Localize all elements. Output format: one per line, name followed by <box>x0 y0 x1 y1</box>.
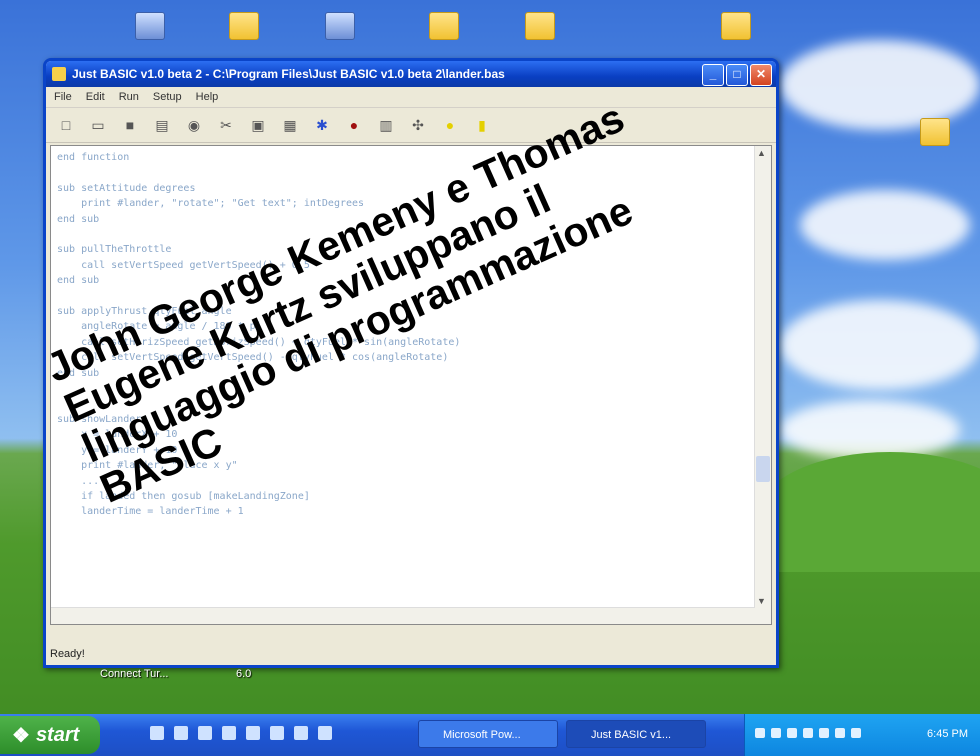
app-icon <box>325 12 355 40</box>
quick-launch-icon[interactable] <box>150 726 164 740</box>
cloud <box>800 190 970 260</box>
paste-icon[interactable]: ▦ <box>282 117 298 133</box>
quick-launch-icon[interactable] <box>174 726 188 740</box>
debug-icon[interactable]: ● <box>346 117 362 133</box>
desktop-icon-folder[interactable] <box>706 12 766 42</box>
find-icon[interactable]: ◉ <box>186 117 202 133</box>
app-icon <box>135 12 165 40</box>
book-icon <box>429 12 459 40</box>
open-folder-icon[interactable]: ▭ <box>90 117 106 133</box>
document-icon[interactable]: ▥ <box>378 117 394 133</box>
minimize-button[interactable]: _ <box>702 64 724 86</box>
folder-icon <box>525 12 555 40</box>
desktop-icon-app[interactable] <box>310 12 370 42</box>
folder-icon <box>721 12 751 40</box>
windows-logo-icon: ❖ <box>12 724 30 747</box>
quick-launch-icon[interactable] <box>246 726 260 740</box>
desktop: { "window": { "title": "Just BASIC v1.0 … <box>0 0 980 756</box>
vertical-scrollbar[interactable]: ▲ ▼ <box>754 146 771 624</box>
lightbulb-icon[interactable]: ● <box>442 117 458 133</box>
run-icon[interactable]: ✱ <box>314 117 330 133</box>
status-bar: Ready! <box>50 648 85 660</box>
save-icon[interactable]: ■ <box>122 117 138 133</box>
tray-icon[interactable] <box>851 728 861 738</box>
scroll-up-icon[interactable]: ▲ <box>757 148 766 158</box>
menu-run[interactable]: Run <box>119 91 139 103</box>
cloud <box>780 40 980 130</box>
folder-icon <box>920 118 950 146</box>
taskbar-item-powerpoint[interactable]: Microsoft Pow... <box>418 720 558 748</box>
tray-icon[interactable] <box>771 728 781 738</box>
desktop-icon-app[interactable] <box>120 12 180 42</box>
cut-icon[interactable]: ✂ <box>218 117 234 133</box>
start-label: start <box>35 723 80 746</box>
maximize-button[interactable]: □ <box>726 64 748 86</box>
menu-setup[interactable]: Setup <box>153 91 182 103</box>
tray-icon[interactable] <box>819 728 829 738</box>
quick-launch-icon[interactable] <box>318 726 332 740</box>
desktop-label: Connect Tur... <box>100 668 169 680</box>
window-title: Just BASIC v1.0 beta 2 - C:\Program File… <box>72 67 505 81</box>
menu-edit[interactable]: Edit <box>86 91 105 103</box>
quick-launch <box>150 726 332 740</box>
tray-icon[interactable] <box>835 728 845 738</box>
desktop-label: 6.0 <box>236 668 252 680</box>
clock[interactable]: 6:45 PM <box>927 728 968 740</box>
quick-launch-icon[interactable] <box>294 726 308 740</box>
tray-icon[interactable] <box>755 728 765 738</box>
just-basic-icon <box>52 67 66 81</box>
desktop-icon-folder[interactable] <box>510 12 570 42</box>
taskbar-item-just-basic[interactable]: Just BASIC v1... <box>566 720 706 748</box>
scroll-down-icon[interactable]: ▼ <box>757 596 766 606</box>
help-icon[interactable]: ▮ <box>474 117 490 133</box>
close-button[interactable]: ✕ <box>750 64 772 86</box>
tray-icon[interactable] <box>803 728 813 738</box>
scroll-thumb[interactable] <box>756 456 770 482</box>
window-controls: _ □ ✕ <box>702 64 772 86</box>
quick-launch-icon[interactable] <box>222 726 236 740</box>
taskbar: ❖ start Microsoft Pow... Just BASIC v1..… <box>0 714 980 756</box>
cloud <box>780 400 960 460</box>
system-tray: 6:45 PM <box>744 714 980 756</box>
copy-icon[interactable]: ▣ <box>250 117 266 133</box>
tray-icons <box>755 728 861 738</box>
cloud <box>780 300 980 390</box>
hill <box>760 452 980 572</box>
horizontal-scrollbar[interactable] <box>51 607 755 624</box>
print-icon[interactable]: ▤ <box>154 117 170 133</box>
quick-launch-icon[interactable] <box>198 726 212 740</box>
new-file-icon[interactable]: □ <box>58 117 74 133</box>
tray-icon[interactable] <box>787 728 797 738</box>
start-button[interactable]: ❖ start <box>0 716 100 754</box>
quick-launch-icon[interactable] <box>270 726 284 740</box>
tools-icon[interactable]: ✣ <box>410 117 426 133</box>
desktop-icon-folder[interactable] <box>214 12 274 42</box>
folder-icon <box>229 12 259 40</box>
desktop-icon-folder[interactable] <box>905 118 965 148</box>
desktop-icon-book[interactable] <box>414 12 474 42</box>
menu-file[interactable]: File <box>54 91 72 103</box>
menu-help[interactable]: Help <box>196 91 219 103</box>
